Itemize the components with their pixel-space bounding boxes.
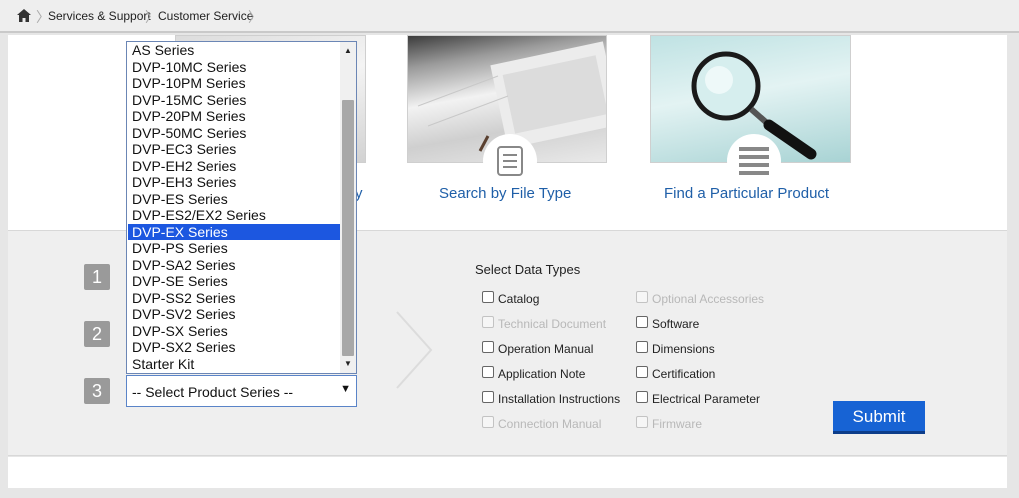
step-2-badge: 2 — [84, 321, 110, 347]
dropdown-option[interactable]: DVP-EC3 Series — [128, 141, 340, 157]
optional-accessories-checkbox — [636, 291, 648, 303]
dropdown-option[interactable]: DVP-EH2 Series — [128, 158, 340, 174]
operation-manual-label: Operation Manual — [498, 342, 594, 356]
application-note-label: Application Note — [498, 367, 586, 381]
breadcrumb-separator-icon: 〉 — [145, 9, 159, 25]
installation-instructions-label: Installation Instructions — [498, 392, 621, 406]
dropdown-option[interactable]: DVP-10PM Series — [128, 75, 340, 91]
operation-manual-checkbox[interactable] — [482, 341, 494, 353]
submit-button[interactable]: Submit — [833, 401, 925, 434]
catalog-label: Catalog — [498, 292, 540, 306]
installation-instructions-checkbox[interactable] — [482, 391, 494, 403]
dimensions-checkbox[interactable] — [636, 341, 648, 353]
dropdown-option[interactable]: DVP-20PM Series — [128, 108, 340, 124]
dropdown-option[interactable]: DVP-PS Series — [128, 240, 340, 256]
dropdown-option[interactable]: DVP-10MC Series — [128, 59, 340, 75]
dropdown-option[interactable]: DVP-50MC Series — [128, 125, 340, 141]
firmware-label: Firmware — [652, 417, 702, 431]
dropdown-option[interactable]: DVP-ES Series — [128, 191, 340, 207]
chevron-down-icon: ▼ — [340, 383, 351, 395]
scrollbar-thumb[interactable] — [342, 100, 354, 356]
dropdown-option[interactable]: AS Series — [128, 42, 340, 58]
dropdown-option[interactable]: DVP-SA2 Series — [128, 257, 340, 273]
dropdown-option[interactable]: DVP-SV2 Series — [128, 306, 340, 322]
breadcrumb-customer-service[interactable]: Customer Service — [158, 9, 253, 23]
select-data-types-label: Select Data Types — [475, 262, 581, 277]
software-checkbox[interactable] — [636, 316, 648, 328]
electrical-parameter-label: Electrical Parameter — [652, 392, 761, 406]
breadcrumb-services-support[interactable]: Services & Support — [48, 9, 151, 23]
dropdown-option[interactable]: DVP-SX2 Series — [128, 339, 340, 355]
dropdown-option[interactable]: DVP-SX Series — [128, 323, 340, 339]
search-by-file-type-link[interactable]: Search by File Type — [439, 185, 571, 202]
technical-document-label: Technical Document — [498, 317, 607, 331]
software-label: Software — [652, 317, 700, 331]
product-list-badge — [727, 134, 781, 188]
firmware-checkbox — [636, 416, 648, 428]
dropdown-option[interactable]: DVP-EH3 Series — [128, 174, 340, 190]
step-3-badge: 3 — [84, 378, 110, 404]
product-series-dropdown[interactable]: AS Series DVP-10MC Series DVP-10PM Serie… — [126, 41, 357, 374]
breadcrumb: 〉 Services & Support 〉 Customer Service … — [0, 0, 1019, 33]
optional-accessories-label: Optional Accessories — [652, 292, 765, 306]
dropdown-option[interactable]: DVP-SS2 Series — [128, 290, 340, 306]
product-series-select-value: -- Select Product Series -- — [132, 384, 294, 400]
step-arrow-icon — [396, 311, 433, 389]
document-list-icon — [497, 146, 523, 176]
breadcrumb-separator-icon: 〉 — [248, 9, 262, 25]
list-lines-icon — [739, 147, 769, 175]
application-note-checkbox[interactable] — [482, 366, 494, 378]
dropdown-option[interactable]: DVP-15MC Series — [128, 92, 340, 108]
file-type-badge — [483, 134, 537, 188]
footer-panel — [8, 457, 1007, 488]
find-particular-product-link[interactable]: Find a Particular Product — [664, 185, 829, 202]
catalog-checkbox[interactable] — [482, 291, 494, 303]
technical-document-checkbox — [482, 316, 494, 328]
dropdown-option-highlighted[interactable]: DVP-EX Series — [128, 223, 340, 240]
step-1-badge: 1 — [84, 264, 110, 290]
connection-manual-label: Connection Manual — [498, 417, 602, 431]
dropdown-scrollbar[interactable]: ▲ ▼ — [340, 42, 356, 373]
dropdown-option[interactable]: DVP-ES2/EX2 Series — [128, 207, 340, 223]
connection-manual-checkbox — [482, 416, 494, 428]
dimensions-label: Dimensions — [652, 342, 715, 356]
dropdown-option[interactable]: Starter Kit — [128, 356, 340, 372]
dropdown-option[interactable]: DVP-SE Series — [128, 273, 340, 289]
electrical-parameter-checkbox[interactable] — [636, 391, 648, 403]
product-series-select[interactable]: -- Select Product Series -- ▼ — [126, 375, 357, 407]
scroll-up-arrow-icon[interactable]: ▲ — [340, 44, 356, 58]
scroll-down-arrow-icon[interactable]: ▼ — [340, 357, 356, 371]
certification-checkbox[interactable] — [636, 366, 648, 378]
home-icon[interactable] — [17, 9, 31, 22]
certification-label: Certification — [652, 367, 716, 381]
